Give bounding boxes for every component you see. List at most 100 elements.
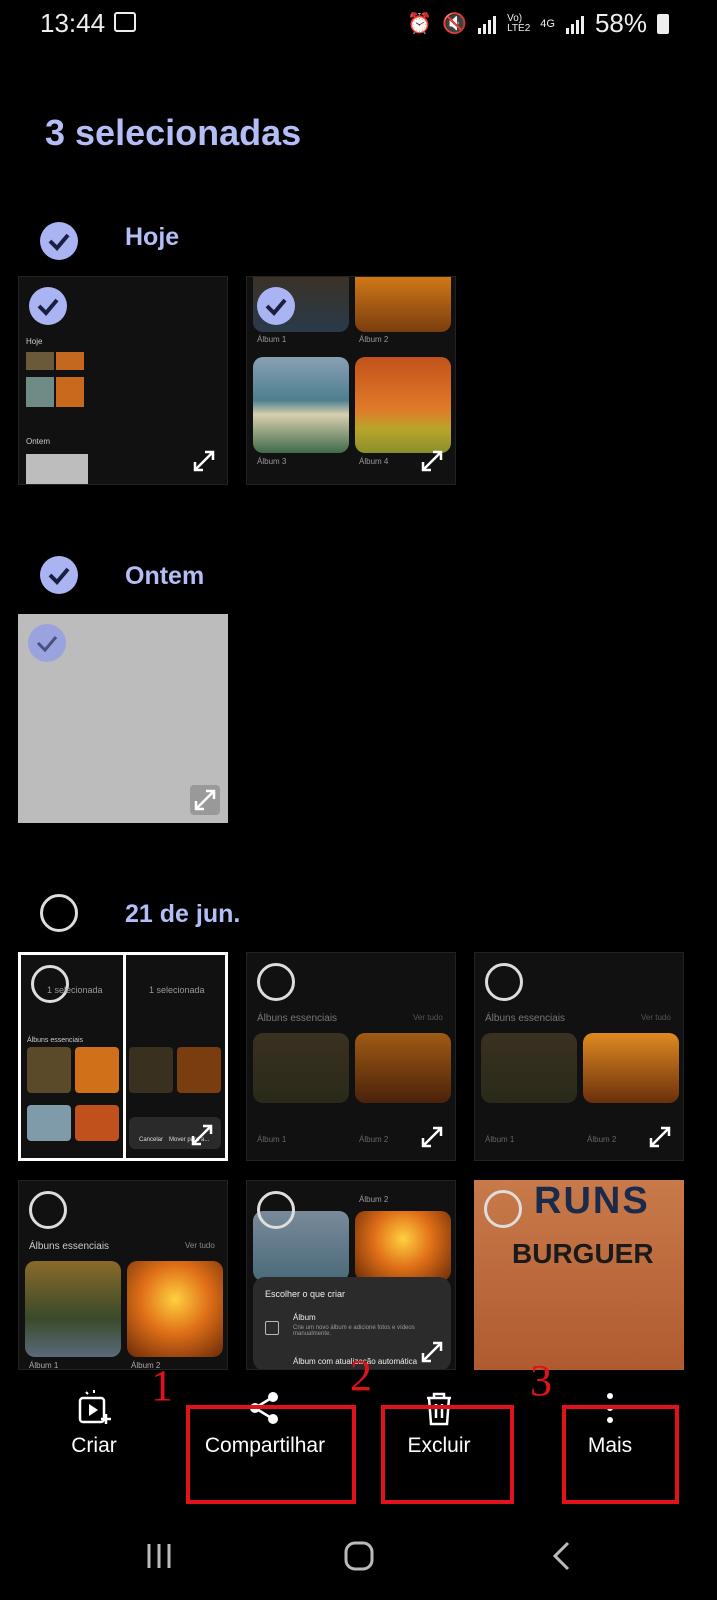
home-nav-icon[interactable] [343,1540,375,1572]
alarm-icon: ⏰ [407,13,433,35]
signal-icon [478,15,497,34]
album-2-photo [583,1033,679,1103]
signal-icon-2 [565,15,584,34]
recents-nav-icon[interactable] [143,1540,175,1572]
mini-label-ontem: Ontem [26,437,51,446]
sign-burguer: BURGUER [512,1238,654,1269]
thumbnail-screenshot-5[interactable]: Álbuns essenciais Ver tudo Álbum 1 Álbum… [246,952,456,1161]
thumb-checkbox[interactable] [29,1191,67,1229]
annotation-number-2: 2 [350,1351,372,1400]
mini-photo [26,352,54,370]
mini-photo [177,1047,221,1093]
section-label-21-jun: 21 de jun. [125,900,241,928]
album-4-photo [355,357,451,453]
thumb-checkbox[interactable] [485,963,523,1001]
sheet-title: Escolher o que criar [265,1289,346,1299]
mini-label-albuns: Álbuns essenciais [29,1241,110,1252]
divider [123,955,126,1158]
annotation-number-3: 3 [530,1356,552,1405]
network-volte: Vo) LTE2 [507,12,531,34]
mini-label-album2: Álbum 2 [359,1195,389,1204]
mini-photo [26,377,54,407]
section-checkbox-hoje[interactable] [40,222,78,260]
check-icon [48,233,70,251]
thumb-checkbox[interactable] [28,624,66,662]
thumb-checkbox[interactable] [29,287,67,325]
highlight-box-mais [562,1405,679,1504]
battery-icon [657,13,669,34]
battery-percent: 58% [594,8,647,38]
thumb-checkbox[interactable] [257,1191,295,1229]
thumbnail-screenshot-7[interactable]: Álbuns essenciais Ver tudo Álbum 1 Álbum… [18,1180,228,1370]
thumb-checkbox[interactable] [257,287,295,325]
check-icon [37,298,59,316]
mini-label-album1: Álbum 1 [485,1135,515,1144]
mini-label-album3: Álbum 3 [257,457,287,466]
status-time: 13:44 [40,8,106,38]
sign-graffiti: RUNS [534,1180,650,1222]
thumb-checkbox[interactable] [484,1190,522,1228]
expand-icon[interactable] [190,785,220,815]
thumbnail-screenshot-2[interactable]: Álbum 1 Álbum 2 Álbum 3 Álbum 4 [246,276,456,485]
mini-photo [27,1047,71,1093]
album-icon [265,1321,279,1335]
section-checkbox-ontem[interactable] [40,556,78,594]
thumbnail-screenshot-6[interactable]: Álbuns essenciais Ver tudo Álbum 1 Álbum… [474,952,684,1161]
section-label-ontem: Ontem [125,562,205,590]
network-4g: 4G [540,17,555,30]
album-1-photo [253,1033,349,1103]
mini-label-album1: Álbum 1 [257,1135,287,1144]
mini-label-album1: Álbum 1 [257,335,287,344]
section-checkbox-21-jun[interactable] [40,894,78,932]
album-2-photo [355,1211,451,1281]
mini-label-album2: Álbum 2 [359,1135,389,1144]
album-1-photo [25,1261,121,1357]
check-icon [48,567,70,585]
mute-icon: 🔇 [442,13,468,35]
mini-label-albuns: Álbuns essenciais [257,1013,338,1024]
back-nav-icon[interactable] [550,1540,574,1572]
thumbnail-photo-burguer[interactable]: RUNS BURGUER [474,1180,684,1370]
mini-label-cancelar: Cancelar [139,1137,164,1143]
highlight-box-excluir [381,1405,514,1504]
mini-label-album4: Álbum 4 [359,457,389,466]
check-icon [265,298,287,316]
criar-button[interactable]: Criar [44,1388,144,1458]
status-icons: ⏰ 🔇 Vo) LTE2 4G 58% [407,8,669,39]
album-2-photo [355,1033,451,1103]
mini-label-albuns: Álbuns essenciais [27,1037,84,1044]
expand-icon[interactable] [417,1122,447,1152]
expand-icon[interactable] [189,446,219,476]
expand-icon[interactable] [417,1337,447,1367]
album-3-photo [253,357,349,453]
mini-label-ver-tudo: Ver tudo [641,1013,671,1022]
mini-label-albuns: Álbuns essenciais [485,1013,566,1024]
album-2-photo [355,277,451,332]
mini-photo [56,377,84,407]
mini-photo [56,352,84,370]
thumb-checkbox[interactable] [31,965,69,1003]
thumbnail-screenshot-8[interactable]: Álbum 2 Escolher o que criar Álbum Crie … [246,1180,456,1370]
mini-label-hoje: Hoje [26,337,43,346]
create-icon [78,1390,111,1424]
mini-photo [26,454,88,484]
mini-label-album2: Álbum 2 [587,1135,617,1144]
mini-photo [27,1105,71,1141]
mini-label-album1: Álbum 1 [29,1361,59,1370]
expand-icon[interactable] [645,1122,675,1152]
mini-photo [75,1047,119,1093]
thumb-checkbox[interactable] [257,963,295,1001]
thumbnail-screenshot-1[interactable]: Hoje Ontem [18,276,228,485]
mini-photo [75,1105,119,1141]
criar-label: Criar [71,1434,117,1457]
check-icon [36,636,58,653]
sheet-option-album: Álbum [293,1313,316,1322]
page-title: 3 selecionadas [45,112,302,153]
album-2-photo [127,1261,223,1357]
thumbnail-screenshot-3[interactable] [18,614,228,823]
expand-icon[interactable] [187,1120,217,1150]
highlight-box-compartilhar [186,1405,356,1504]
expand-icon[interactable] [417,446,447,476]
annotation-number-1: 1 [151,1361,173,1410]
thumbnail-screenshot-4[interactable]: 1 selecionada 1 selecionada Álbuns essen… [18,952,228,1161]
